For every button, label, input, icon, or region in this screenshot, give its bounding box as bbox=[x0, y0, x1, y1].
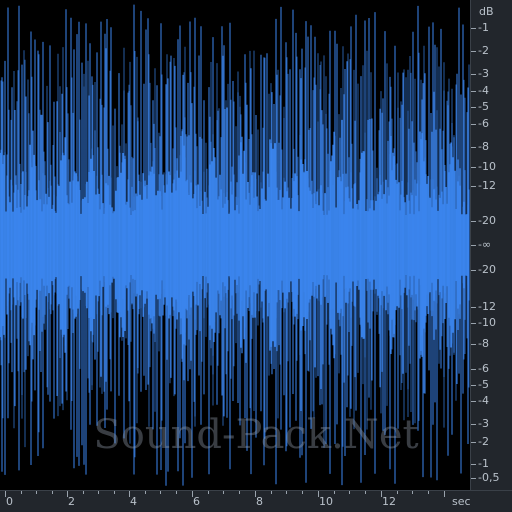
db-tick-label: -2 bbox=[478, 44, 489, 57]
time-minor-tick bbox=[36, 491, 37, 494]
time-ruler: sec 0 2 4 6 8 10 12 bbox=[0, 490, 512, 512]
time-minor-tick bbox=[98, 491, 99, 494]
time-minor-tick bbox=[428, 491, 429, 494]
db-ruler: dB -1 -2 -3 -4 -5 -6 -8 -10 -12 -20 -∞ -20 -12 -10 -8 -… bbox=[470, 0, 512, 490]
db-tick-label: -1 bbox=[478, 21, 489, 34]
time-minor-tick bbox=[334, 491, 335, 494]
db-tick bbox=[471, 91, 476, 92]
db-tick bbox=[471, 167, 476, 168]
db-tick bbox=[471, 464, 476, 465]
time-minor-tick bbox=[114, 491, 115, 494]
db-tick-label: -0,5 bbox=[478, 471, 500, 484]
db-tick bbox=[471, 147, 476, 148]
db-tick bbox=[471, 221, 476, 222]
db-tick-label: -6 bbox=[478, 362, 489, 375]
db-tick bbox=[471, 442, 476, 443]
time-tick-label: 4 bbox=[130, 495, 137, 508]
time-minor-tick bbox=[176, 491, 177, 494]
db-tick bbox=[471, 51, 476, 52]
time-minor-tick bbox=[365, 491, 366, 494]
db-tick bbox=[471, 74, 476, 75]
waveform-display[interactable] bbox=[0, 0, 470, 490]
db-tick-label: -∞ bbox=[478, 238, 492, 251]
time-minor-tick bbox=[271, 491, 272, 494]
time-minor-tick bbox=[397, 491, 398, 494]
db-tick bbox=[471, 245, 476, 246]
db-tick bbox=[471, 424, 476, 425]
db-tick bbox=[471, 124, 476, 125]
time-unit-label: sec bbox=[452, 495, 471, 508]
db-tick-label: -10 bbox=[478, 316, 496, 329]
time-tick-label: 2 bbox=[68, 495, 75, 508]
time-minor-tick bbox=[21, 491, 22, 494]
time-minor-tick bbox=[223, 491, 224, 494]
db-tick-label: -12 bbox=[478, 179, 496, 192]
db-tick-label: -4 bbox=[478, 394, 489, 407]
db-tick bbox=[471, 28, 476, 29]
db-tick-label: -1 bbox=[478, 457, 489, 470]
waveform-body bbox=[0, 130, 470, 360]
time-minor-tick bbox=[239, 491, 240, 494]
db-tick-label: -4 bbox=[478, 84, 489, 97]
db-tick-label: -20 bbox=[478, 263, 496, 276]
db-unit-label: dB bbox=[479, 5, 494, 18]
waveform-editor: dB -1 -2 -3 -4 -5 -6 -8 -10 -12 -20 -∞ -20 -12 -10 -8-… bbox=[0, 0, 512, 512]
time-tick bbox=[444, 491, 445, 497]
time-tick-label: 0 bbox=[6, 495, 13, 508]
time-minor-tick bbox=[286, 491, 287, 494]
db-tick-label: -8 bbox=[478, 140, 489, 153]
db-tick bbox=[471, 323, 476, 324]
db-tick-label: -3 bbox=[478, 67, 489, 80]
db-tick bbox=[471, 307, 476, 308]
waveform-graph[interactable] bbox=[0, 0, 470, 490]
db-tick-label: -5 bbox=[478, 100, 489, 113]
time-tick-label: 6 bbox=[193, 495, 200, 508]
db-tick-label: -8 bbox=[478, 337, 489, 350]
db-tick-label: -3 bbox=[478, 417, 489, 430]
db-tick bbox=[471, 270, 476, 271]
time-minor-tick bbox=[145, 491, 146, 494]
time-minor-tick bbox=[302, 491, 303, 494]
db-tick-label: -5 bbox=[478, 378, 489, 391]
time-minor-tick bbox=[52, 491, 53, 494]
time-tick-label: 12 bbox=[382, 495, 396, 508]
db-tick bbox=[471, 385, 476, 386]
db-tick bbox=[471, 401, 476, 402]
db-tick-label: -2 bbox=[478, 435, 489, 448]
time-minor-tick bbox=[349, 491, 350, 494]
time-minor-tick bbox=[160, 491, 161, 494]
db-tick-label: -6 bbox=[478, 117, 489, 130]
db-tick bbox=[471, 344, 476, 345]
time-minor-tick bbox=[208, 491, 209, 494]
time-tick-label: 10 bbox=[319, 495, 333, 508]
db-tick bbox=[471, 107, 476, 108]
db-tick bbox=[471, 369, 476, 370]
time-tick-label: 8 bbox=[256, 495, 263, 508]
db-tick bbox=[471, 186, 476, 187]
db-tick-label: -10 bbox=[478, 160, 496, 173]
time-minor-tick bbox=[83, 491, 84, 494]
db-tick-label: -20 bbox=[478, 214, 496, 227]
db-tick bbox=[471, 478, 476, 479]
db-tick-label: -12 bbox=[478, 300, 496, 313]
time-minor-tick bbox=[412, 491, 413, 494]
